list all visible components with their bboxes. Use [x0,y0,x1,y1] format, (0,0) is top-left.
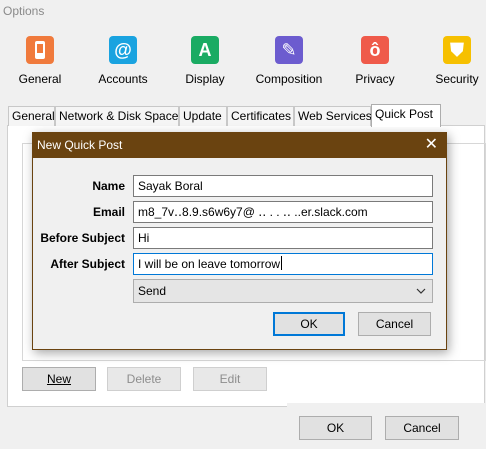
new-button-label: New [46,372,71,386]
category-security[interactable]: ⛊ Security [417,32,486,88]
category-accounts[interactable]: @ Accounts [83,32,163,88]
chevron-down-icon [416,280,426,310]
tab-quick-post[interactable]: Quick Post [371,104,441,127]
category-label: Display [185,72,225,86]
at-sign-icon: @ [109,36,137,64]
text-caret [281,256,283,270]
action-select-value: Send [138,284,167,298]
category-toolbar: General @ Accounts A Display ✎ Compositi… [0,32,486,90]
category-privacy[interactable]: ô Privacy [335,32,415,88]
category-label: Composition [255,72,323,86]
new-button[interactable]: New [22,367,96,391]
category-composition[interactable]: ✎ Composition [249,32,329,88]
options-cancel-button[interactable]: Cancel [385,416,459,440]
dialog-cancel-button[interactable]: Cancel [358,312,431,336]
category-general[interactable]: General [0,32,80,88]
category-label: General [18,72,62,86]
email-field[interactable]: m8_7v‥8.9.s6w6y7@ ‥ . . ‥ ..er.slack.com [133,201,433,223]
edit-button[interactable]: Edit [193,367,267,391]
dialog-titlebar: New Quick Post ✕ [33,133,446,158]
name-label: Name [92,179,125,193]
tab-certificates[interactable]: Certificates [227,106,294,126]
after-subject-label: After Subject [50,257,125,271]
tab-network-disk-space[interactable]: Network & Disk Space [55,106,179,126]
tab-general[interactable]: General [8,106,55,126]
window-title: Options [3,4,45,18]
options-ok-button[interactable]: OK [299,416,372,440]
after-subject-value: I will be on leave tomorrow [138,257,281,271]
email-label: Email [92,205,125,219]
category-label: Security [435,72,479,86]
dialog-body: Name Sayak Boral Email m8_7v‥8.9.s6w6y7@… [33,158,446,349]
privacy-icon: ô [361,36,389,64]
category-label: Accounts [98,72,148,86]
before-subject-field[interactable]: Hi [133,227,433,249]
action-select[interactable]: Send [133,279,433,303]
close-icon[interactable]: ✕ [425,135,438,155]
delete-button[interactable]: Delete [107,367,181,391]
tab-web-services[interactable]: Web Services [294,106,372,126]
category-display[interactable]: A Display [165,32,245,88]
new-quick-post-dialog: New Quick Post ✕ Name Sayak Boral Email … [32,132,447,350]
pencil-icon: ✎ [275,36,303,64]
general-icon [26,36,54,64]
shield-icon: ⛊ [443,36,471,64]
category-label: Privacy [355,72,395,86]
name-field[interactable]: Sayak Boral [133,175,433,197]
dialog-ok-button[interactable]: OK [273,312,345,336]
after-subject-field[interactable]: I will be on leave tomorrow [133,253,433,275]
before-subject-label: Before Subject [40,231,125,245]
dialog-title: New Quick Post [37,138,123,152]
display-letter-a-icon: A [191,36,219,64]
tab-update[interactable]: Update [179,106,227,126]
